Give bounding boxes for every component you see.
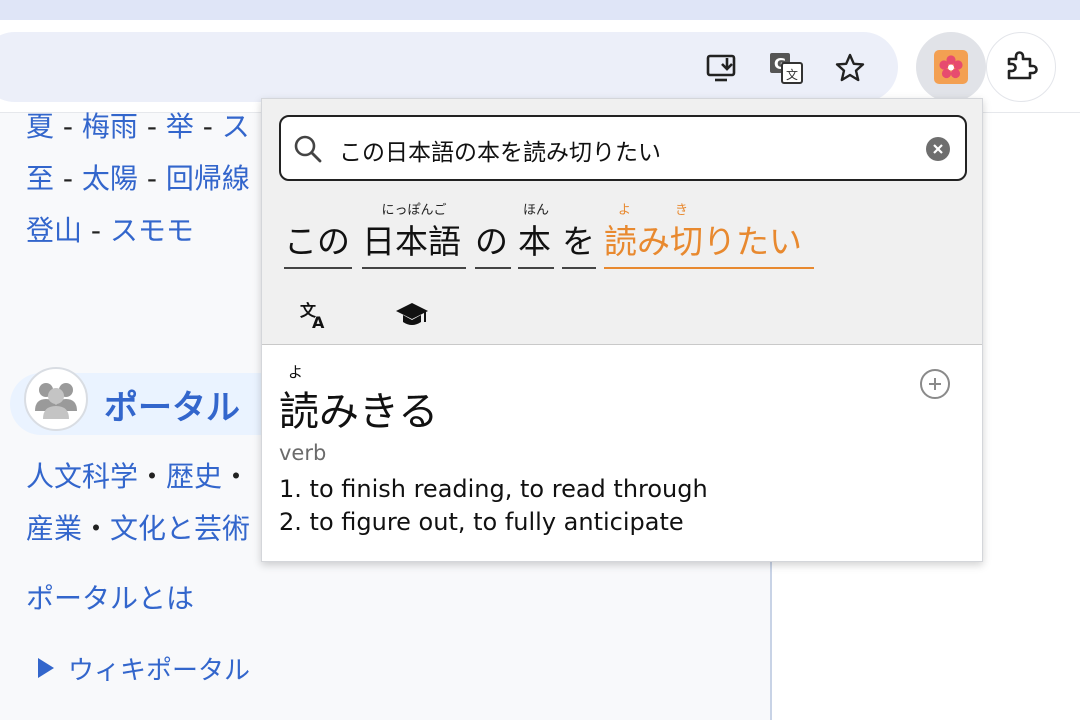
portal-links-2: 産業・文化と芸術 (26, 512, 250, 546)
segment-reading: にっぽんご (381, 203, 447, 218)
topic-link[interactable]: 回帰線 (166, 162, 250, 195)
svg-text:A: A (312, 313, 325, 331)
definition-sense: 2. to figure out, to fully anticipate (279, 508, 684, 536)
segment-active[interactable]: よ き 読み切りたい (604, 199, 814, 271)
segment-text: を (562, 222, 595, 261)
search-value: この日本語の本を読み切りたい (339, 140, 661, 166)
extension-button[interactable] (916, 32, 986, 102)
separator: - (137, 110, 166, 143)
sakura-flower-icon (934, 50, 968, 84)
portal-title[interactable]: ポータル (104, 380, 240, 429)
segment-text: 本 (518, 222, 551, 261)
topic-link[interactable]: 太陽 (82, 162, 138, 195)
segment[interactable]: を (562, 199, 596, 271)
separator: ・ (138, 460, 167, 493)
portal-link[interactable]: 産業 (26, 512, 82, 545)
portal-link[interactable]: 歴史 (166, 460, 222, 493)
segment-text: 読み切りたい (604, 222, 802, 261)
separator: - (54, 162, 82, 195)
topic-link[interactable]: 登山 (26, 214, 82, 247)
graduation-cap-icon[interactable] (392, 295, 432, 335)
segment-underline (284, 267, 352, 269)
bookmark-star-icon[interactable] (828, 46, 872, 90)
separator: ・ (222, 460, 251, 493)
search-icon (293, 134, 323, 168)
topic-line-2: 至 - 太陽 - 回帰線 (26, 162, 250, 196)
topic-link[interactable]: 举 (166, 110, 194, 143)
segment-text: この (284, 222, 350, 261)
add-to-list-icon[interactable] (920, 369, 950, 399)
topic-line-3: 登山 - スモモ (26, 214, 194, 248)
translate-icon[interactable]: 文 A (294, 295, 334, 335)
segment-underline (518, 267, 554, 269)
separator: ・ (82, 512, 111, 545)
tab-strip (0, 0, 1080, 20)
part-of-speech: verb (279, 441, 327, 465)
install-app-icon[interactable] (700, 46, 744, 90)
svg-text:文: 文 (786, 67, 798, 82)
segment-underline (562, 267, 596, 269)
wiki-portal-link[interactable]: ウィキポータル (68, 654, 250, 688)
segment-reading: よ き (618, 203, 695, 218)
portal-links-1: 人文科学・歴史・ (26, 460, 250, 494)
entry-headword: 読みきる (279, 389, 439, 435)
search-input[interactable]: この日本語の本を読み切りたい (279, 115, 967, 181)
segment[interactable]: にっぽんご 日本語 (362, 199, 466, 271)
expand-triangle-icon[interactable] (38, 658, 54, 678)
segment-reading: ほん (522, 203, 549, 218)
translate-page-icon[interactable]: G 文 (764, 46, 808, 90)
clear-search-icon[interactable] (926, 137, 950, 161)
separator: - (137, 162, 166, 195)
definition-sense: 1. to finish reading, to read through (279, 475, 708, 503)
users-group-icon (24, 367, 88, 431)
segment[interactable]: の (475, 199, 511, 271)
separator: - (193, 110, 222, 143)
extensions-menu-button[interactable] (986, 32, 1056, 102)
popup-header: この日本語の本を読み切りたい この にっぽんご 日本語 の ほん 本 を よ き… (262, 99, 982, 345)
topic-link[interactable]: ス (222, 110, 250, 143)
separator: - (82, 214, 110, 247)
segment-underline (362, 267, 466, 269)
segment-underline (475, 267, 511, 269)
dictionary-popup: この日本語の本を読み切りたい この にっぽんご 日本語 の ほん 本 を よ き… (261, 98, 983, 562)
segment-underline (604, 267, 814, 269)
portal-about-link[interactable]: ポータルとは (26, 582, 194, 616)
segment-text: 日本語 (362, 222, 461, 261)
topic-link[interactable]: スモモ (110, 214, 194, 247)
portal-link[interactable]: 文化と芸術 (110, 512, 250, 545)
segment-text: の (475, 222, 508, 261)
segment[interactable]: この (284, 199, 352, 271)
topic-line-1: 夏 - 梅雨 - 举 - ス (26, 110, 250, 144)
topic-link[interactable]: 梅雨 (82, 110, 138, 143)
topic-link[interactable]: 至 (26, 162, 54, 195)
separator: - (54, 110, 82, 143)
topic-link[interactable]: 夏 (26, 110, 54, 143)
segment[interactable]: ほん 本 (518, 199, 554, 271)
puzzle-icon (1003, 47, 1039, 87)
portal-link[interactable]: 人文科学 (26, 460, 138, 493)
